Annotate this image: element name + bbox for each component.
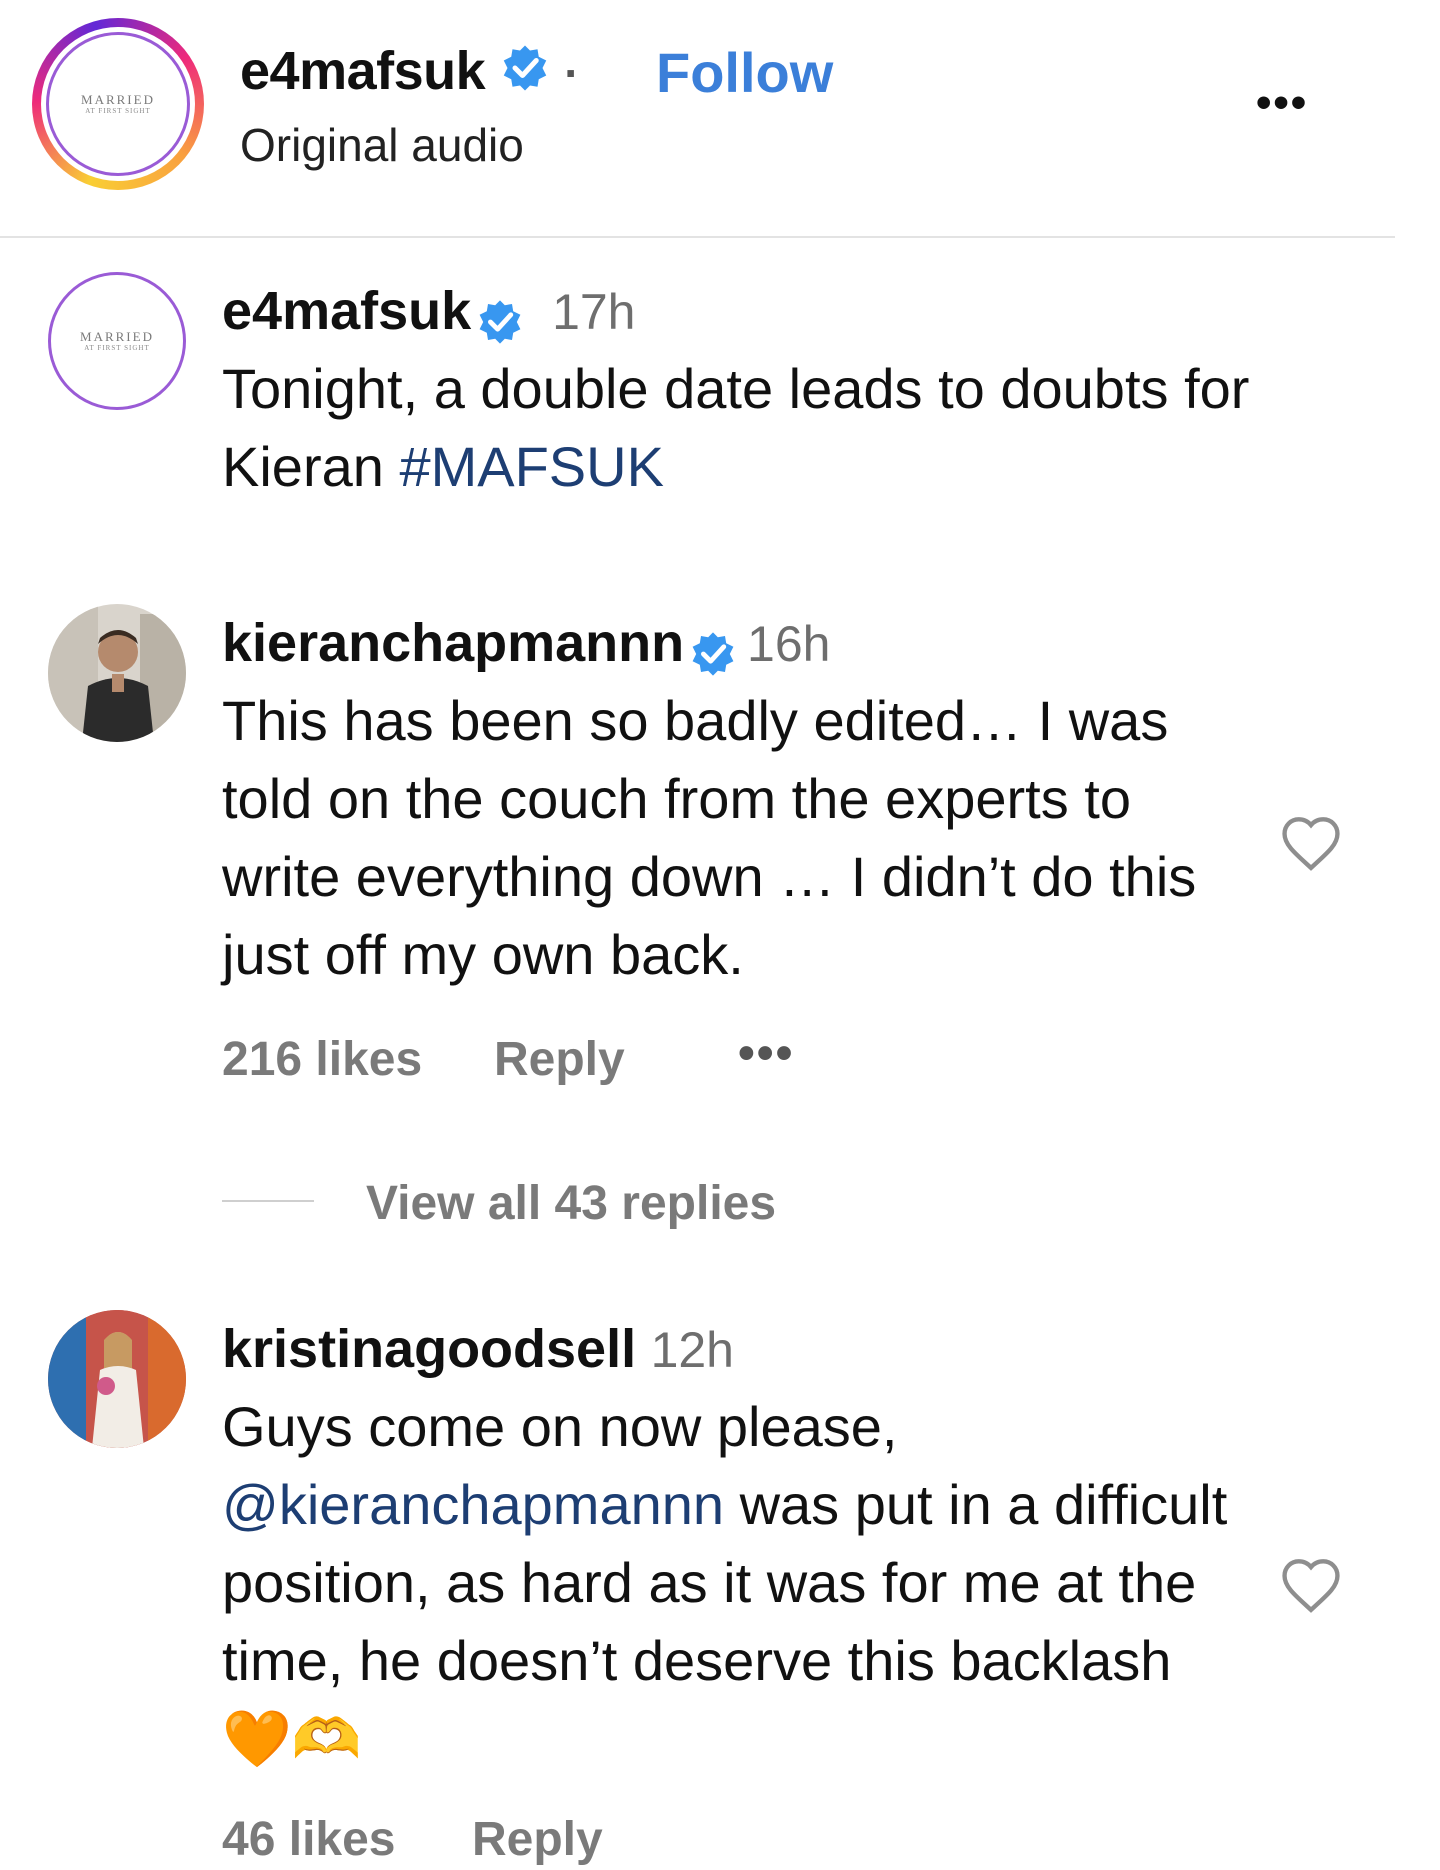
emoji: 🧡🫶 (222, 1707, 362, 1770)
header-separator: · (564, 47, 580, 99)
reply-button[interactable]: Reply (494, 1032, 625, 1087)
more-icon[interactable]: ••• (1256, 78, 1308, 128)
comment-time: 16h (747, 616, 831, 672)
mention-link[interactable]: @kieranchapmannn (222, 1473, 724, 1536)
heart-icon[interactable] (1278, 1554, 1344, 1619)
verified-badge-icon (476, 298, 524, 351)
account-avatar: MARRIED AT FIRST SIGHT (46, 32, 190, 176)
header-username-row: e4mafsuk · (240, 40, 580, 106)
comment-text: This has been so badly edited… I was tol… (222, 689, 1197, 986)
likes-count[interactable]: 46 likes (222, 1812, 395, 1867)
story-ring[interactable]: MARRIED AT FIRST SIGHT (32, 18, 204, 190)
replies-line (222, 1200, 314, 1202)
comment-username[interactable]: kieranchapmannn (222, 613, 684, 673)
post-header: MARRIED AT FIRST SIGHT e4mafsuk · Follow… (0, 0, 1400, 240)
caption-username[interactable]: e4mafsuk (222, 281, 471, 341)
comment-user-row: kristinagoodsell 12h (222, 1318, 734, 1380)
reply-button[interactable]: Reply (472, 1812, 603, 1867)
header-divider (0, 236, 1395, 238)
comment-username[interactable]: kristinagoodsell (222, 1319, 636, 1379)
view-replies-button[interactable]: View all 43 replies (366, 1176, 776, 1231)
heart-icon[interactable] (1278, 812, 1344, 877)
original-audio-link[interactable]: Original audio (240, 118, 524, 172)
caption-text: Tonight, a double date leads to doubts f… (222, 357, 1250, 498)
follow-button[interactable]: Follow (656, 40, 833, 105)
comment-user-row: kieranchapmannn 16h (222, 612, 830, 683)
comment-time: 12h (650, 1322, 734, 1378)
likes-count[interactable]: 216 likes (222, 1032, 422, 1087)
caption-time: 17h (552, 284, 636, 340)
verified-badge-icon (689, 630, 737, 683)
more-icon[interactable]: ••• (738, 1026, 794, 1081)
caption-avatar[interactable]: MARRIED AT FIRST SIGHT (48, 272, 186, 410)
avatar[interactable] (48, 1310, 186, 1448)
comment-text: Guys come on now please, @kieranchapmann… (222, 1395, 1228, 1770)
avatar[interactable] (48, 604, 186, 742)
caption-user-row: e4mafsuk 17h (222, 280, 636, 351)
header-username[interactable]: e4mafsuk (240, 41, 486, 101)
hashtag-link[interactable]: #MAFSUK (399, 435, 664, 498)
verified-badge-icon (500, 43, 550, 106)
